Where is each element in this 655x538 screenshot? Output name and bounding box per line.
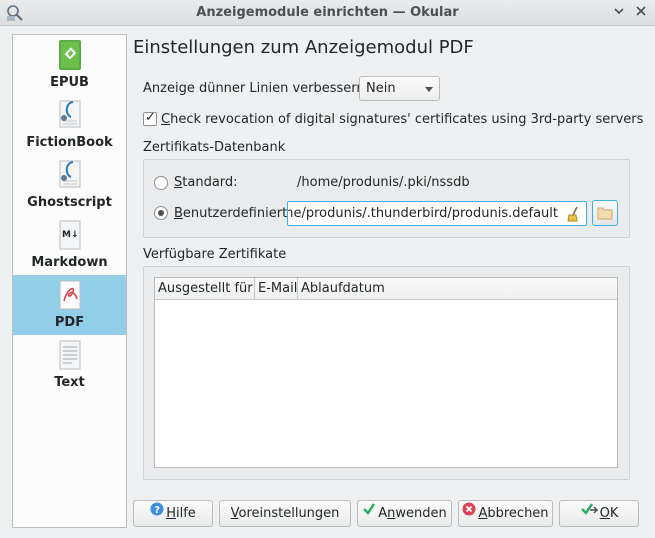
thin-lines-select[interactable]: Nein xyxy=(359,76,440,101)
revocation-label-accel: C xyxy=(161,112,171,127)
ok-icon xyxy=(580,500,599,525)
sidebar-item-text[interactable]: Text xyxy=(13,335,126,395)
ok-button[interactable]: OK xyxy=(559,500,639,527)
close-icon[interactable] xyxy=(632,4,650,22)
sidebar-item-label: FictionBook xyxy=(26,135,113,150)
help-icon: ? xyxy=(150,500,164,525)
column-header-expiry[interactable]: Ablaufdatum xyxy=(298,281,385,299)
standard-label[interactable]: Standard: xyxy=(174,175,238,190)
cancel-icon xyxy=(462,500,476,525)
ok-button-label: K xyxy=(609,506,619,521)
clear-broom-icon[interactable] xyxy=(566,206,580,225)
certs-table-header: Ausgestellt für E-Mail Ablaufdatum xyxy=(155,278,617,300)
chevron-down-icon xyxy=(425,87,433,92)
text-icon xyxy=(59,340,81,370)
ghostscript-icon xyxy=(59,160,81,188)
window-titlebar[interactable]: Anzeigemodule einrichten — Okular xyxy=(0,0,655,26)
custom-path-input[interactable]: /home/produnis/.thunderbird/produnis.def… xyxy=(287,201,587,226)
custom-path-value: /home/produnis/.thunderbird/produnis.def… xyxy=(287,206,558,221)
window-title: Anzeigemodule einrichten — Okular xyxy=(196,5,459,20)
custom-label-text: enutzerdefiniert: xyxy=(182,206,292,221)
backend-sidebar: EPUB FictionBook Ghostscript M↓ Markdown xyxy=(12,34,127,528)
fictionbook-icon xyxy=(59,100,81,128)
ok-button-accel: O xyxy=(599,506,610,521)
certs-title: Verfügbare Zertifikate xyxy=(143,247,287,262)
revocation-label-text: heck revocation of digital signatures' c… xyxy=(170,112,644,127)
standard-label-text: tandard: xyxy=(182,175,238,190)
help-button-accel: H xyxy=(166,506,176,521)
apply-button-label-start: A xyxy=(378,506,388,521)
custom-radio[interactable] xyxy=(154,206,168,220)
svg-text:M↓: M↓ xyxy=(62,230,79,240)
revocation-label[interactable]: Check revocation of digital signatures' … xyxy=(161,112,643,127)
standard-radio[interactable] xyxy=(154,176,168,190)
cancel-button[interactable]: Abbrechen xyxy=(458,500,553,527)
certs-table[interactable]: Ausgestellt für E-Mail Ablaufdatum xyxy=(154,277,618,468)
pdf-icon xyxy=(59,280,81,310)
sidebar-item-markdown[interactable]: M↓ Markdown xyxy=(13,215,126,275)
defaults-button-label: oreinstellungen xyxy=(238,506,340,521)
help-button-label: ilfe xyxy=(175,506,196,521)
sidebar-item-pdf[interactable]: PDF xyxy=(13,275,126,335)
revocation-checkbox[interactable]: ✓ xyxy=(143,110,157,126)
svg-text:?: ? xyxy=(154,505,160,516)
sidebar-item-label: Markdown xyxy=(31,255,108,270)
column-header-email[interactable]: E-Mail xyxy=(255,281,297,299)
custom-label[interactable]: Benutzerdefiniert: xyxy=(174,206,292,221)
thin-lines-label: Anzeige dünner Linien verbessern: xyxy=(143,81,370,96)
cert-db-group xyxy=(143,159,630,238)
apply-check-icon xyxy=(362,500,376,525)
apply-button[interactable]: Anwenden xyxy=(357,500,452,527)
sidebar-item-label: Ghostscript xyxy=(27,195,112,210)
standard-path: /home/produnis/.pki/nssdb xyxy=(297,175,470,190)
browse-folder-button[interactable] xyxy=(592,200,618,226)
help-button[interactable]: ? Hilfe xyxy=(133,500,213,527)
sidebar-item-label: Text xyxy=(54,375,85,390)
markdown-icon: M↓ xyxy=(59,220,81,250)
page-title: Einstellungen zum Anzeigemodul PDF xyxy=(133,37,474,58)
minimize-chevron-icon[interactable] xyxy=(610,4,628,22)
cancel-button-label: bbrechen xyxy=(487,506,549,521)
sidebar-item-fictionbook[interactable]: FictionBook xyxy=(13,95,126,155)
column-header-issued-to[interactable]: Ausgestellt für xyxy=(155,281,253,299)
sidebar-item-epub[interactable]: EPUB xyxy=(13,35,126,95)
sidebar-item-label: EPUB xyxy=(50,75,89,90)
sidebar-item-label: PDF xyxy=(54,315,85,330)
check-icon: ✓ xyxy=(145,110,156,125)
sidebar-item-ghostscript[interactable]: Ghostscript xyxy=(13,155,126,215)
epub-icon xyxy=(59,40,81,70)
folder-icon xyxy=(597,207,613,220)
apply-button-label: wenden xyxy=(395,506,447,521)
custom-label-accel: B xyxy=(174,206,183,221)
radio-selected-dot xyxy=(158,210,164,216)
thin-lines-value: Nein xyxy=(366,81,396,96)
cert-db-title: Zertifikats-Datenbank xyxy=(143,140,286,155)
defaults-button[interactable]: Voreinstellungen xyxy=(219,500,351,527)
